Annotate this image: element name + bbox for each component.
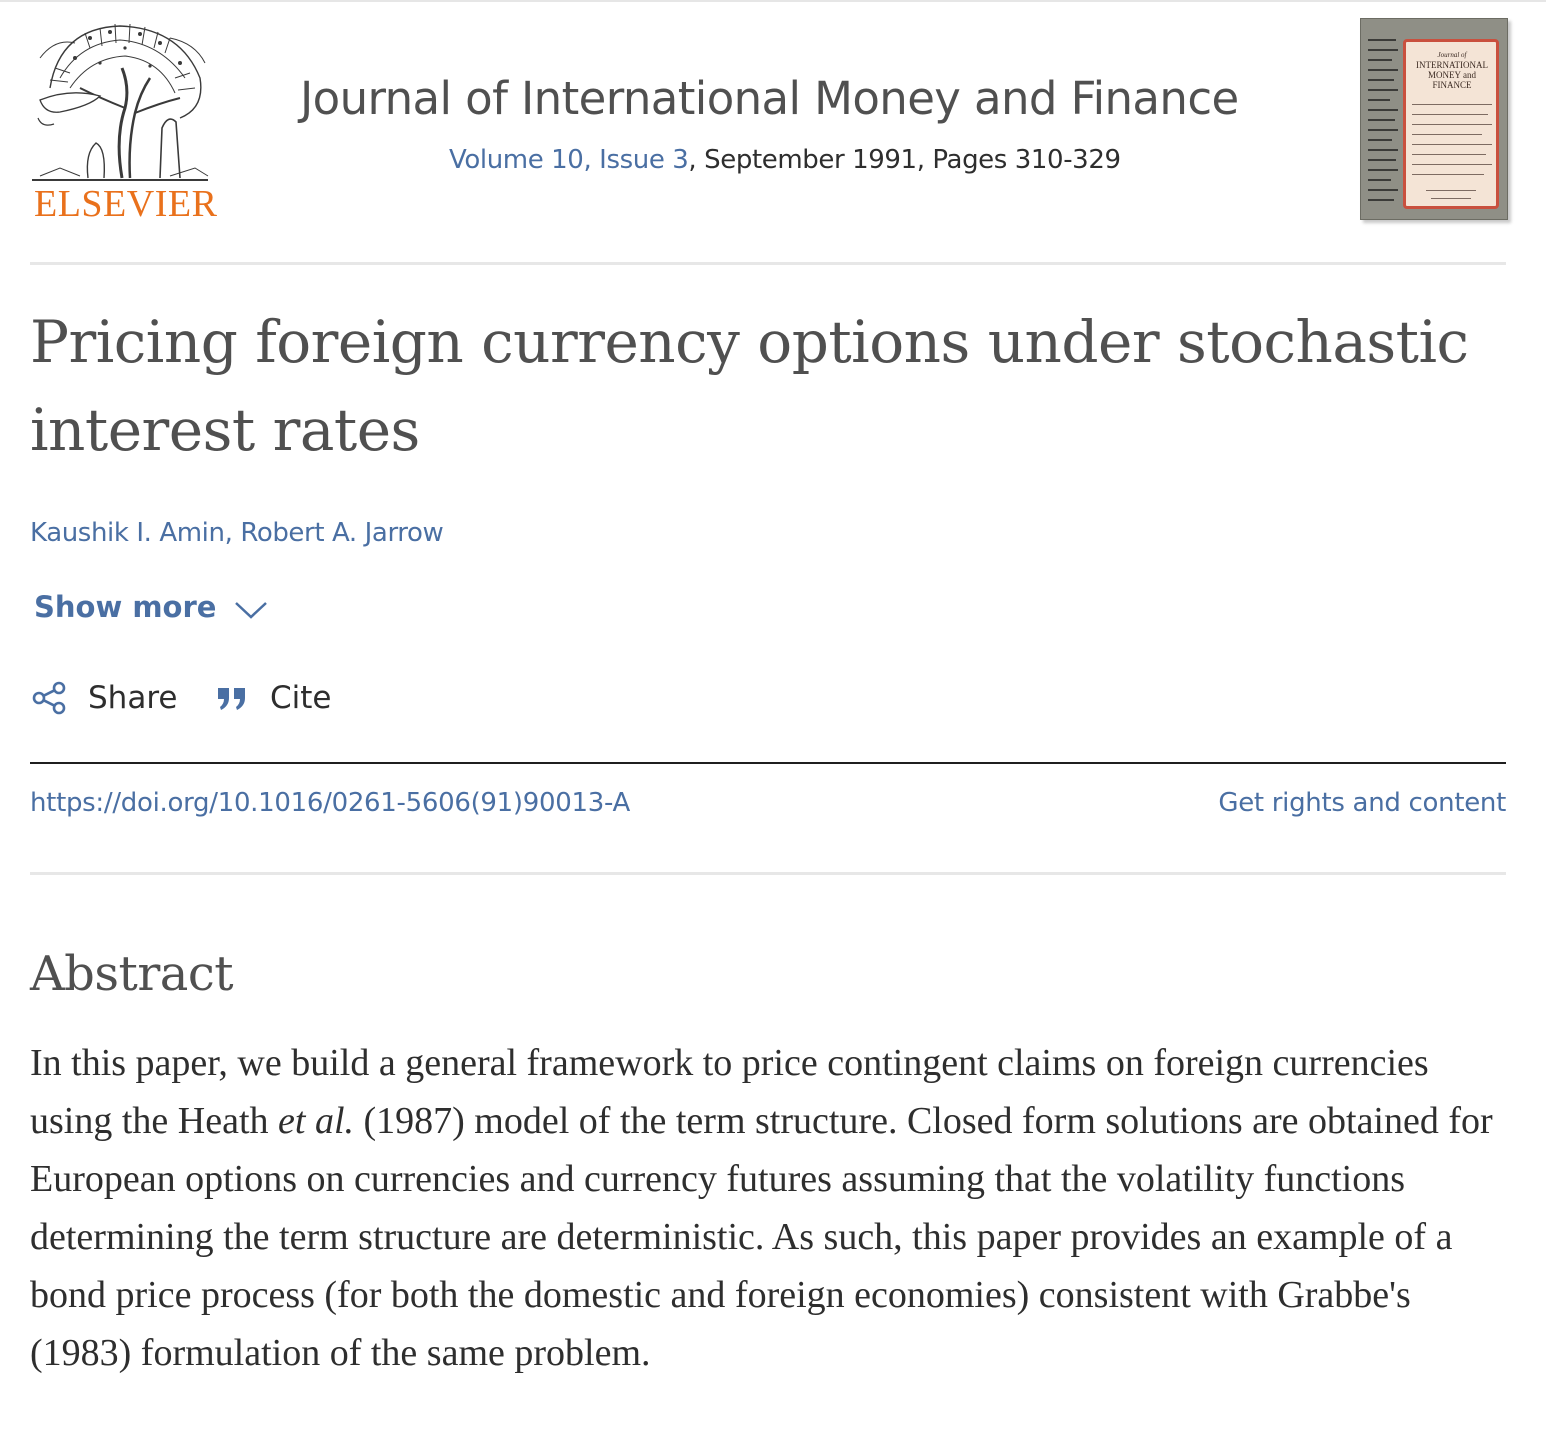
journal-cover-image[interactable]: Journal of INTERNATIONAL MONEY and FINAN… [1360,18,1508,220]
cite-label: Cite [270,680,332,716]
elsevier-wordmark: ELSEVIER [34,183,218,225]
doi-divider [30,762,1506,764]
issue-info: Volume 10, Issue 3, September 1991, Page… [449,142,1121,178]
tree-of-knowledge-icon [32,23,209,181]
author-link[interactable]: Kaushik I. Amin [30,518,225,548]
cite-button[interactable]: Cite [216,680,332,716]
volume-issue-link[interactable]: Volume 10, Issue 3 [449,145,689,175]
cover-title-panel: Journal of INTERNATIONAL MONEY and FINAN… [1403,39,1499,209]
share-button[interactable]: Share [32,680,177,716]
share-label: Share [88,680,178,716]
show-more-label: Show more [34,590,217,624]
abstract-divider [30,872,1506,875]
show-more-button[interactable]: Show more [34,590,268,624]
doi-link[interactable]: https://doi.org/10.1016/0261-5606(91)900… [30,788,630,818]
issue-date-pages: , September 1991, Pages 310-329 [688,145,1121,175]
chevron-down-icon [235,602,268,619]
author-list: Kaushik I. Amin, Robert A. Jarrow [30,518,444,548]
elsevier-logo[interactable]: ELSEVIER [30,18,218,228]
author-link[interactable]: Robert A. Jarrow [240,518,443,548]
journal-title-link[interactable]: Journal of International Money and Finan… [300,72,1268,126]
abstract-heading: Abstract [30,946,234,1002]
cover-contents-strip [1366,33,1402,213]
share-icon [32,681,66,715]
get-rights-link[interactable]: Get rights and content [1218,788,1506,818]
quote-icon [216,685,248,711]
abstract-italic: et al. [278,1100,354,1142]
author-separator: , [224,518,241,548]
cover-title: INTERNATIONAL MONEY and FINANCE [1416,60,1488,90]
article-title: Pricing foreign currency options under s… [30,308,1469,464]
cover-journal-prefix: Journal of [1437,51,1467,59]
abstract-text: In this paper, we build a general framew… [30,1034,1510,1382]
header-divider [30,262,1506,265]
